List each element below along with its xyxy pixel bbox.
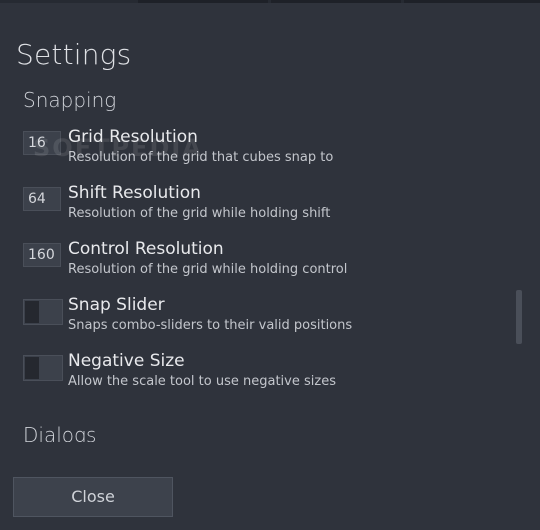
control-resolution-input[interactable]: 160 [23,243,61,267]
grid-resolution-description: Resolution of the grid that cubes snap t… [68,150,334,165]
snap-slider-label: Snap Slider [68,295,165,315]
scrollbar-thumb[interactable] [516,290,522,344]
snap-slider-toggle[interactable] [23,299,63,325]
negative-size-description: Allow the scale tool to use negative siz… [68,374,336,389]
negative-size-toggle[interactable] [23,355,63,381]
shift-resolution-description: Resolution of the grid while holding shi… [68,206,331,221]
setting-shift-resolution: 64 Shift Resolution Resolution of the gr… [23,183,503,231]
section-clip: Dialogs [0,420,540,442]
shift-resolution-input[interactable]: 64 [23,187,61,211]
dialog-title: Settings [16,38,132,71]
grid-resolution-label: Grid Resolution [68,127,198,147]
section-title-dialogs: Dialogs [23,423,97,442]
setting-control-resolution: 160 Control Resolution Resolution of the… [23,239,503,287]
snap-slider-description: Snaps combo-sliders to their valid posit… [68,318,353,333]
shift-resolution-label: Shift Resolution [68,183,201,203]
setting-negative-size: Negative Size Allow the scale tool to us… [23,351,503,399]
control-resolution-label: Control Resolution [68,239,224,259]
negative-size-toggle-knob [25,357,39,379]
control-resolution-description: Resolution of the grid while holding con… [68,262,348,277]
section-title-snapping: Snapping [23,88,117,112]
snap-slider-toggle-knob [25,301,39,323]
setting-snap-slider: Snap Slider Snaps combo-sliders to their… [23,295,503,343]
setting-grid-resolution: 16 Grid Resolution Resolution of the gri… [23,127,503,175]
close-button[interactable]: Close [13,477,173,517]
negative-size-label: Negative Size [68,351,185,371]
grid-resolution-input[interactable]: 16 [23,131,61,155]
